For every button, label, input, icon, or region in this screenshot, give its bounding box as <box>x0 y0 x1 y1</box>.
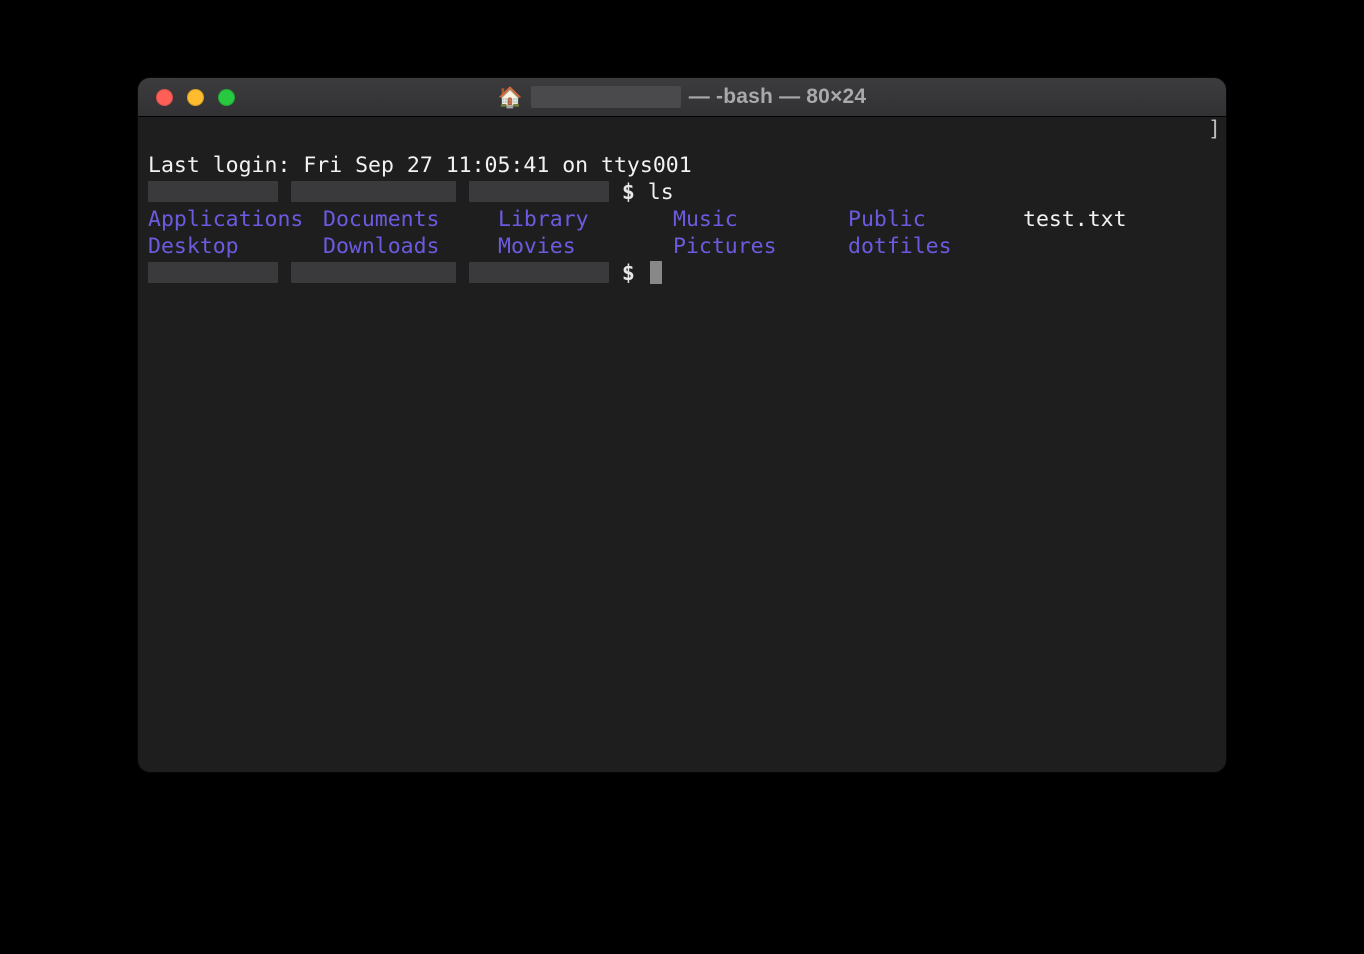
ls-entry-dir: dotfiles <box>848 233 1023 260</box>
last-login-line: Last login: Fri Sep 27 11:05:41 on ttys0… <box>148 153 692 178</box>
redacted-prompt-part <box>148 181 278 202</box>
ls-entry-dir: Movies <box>498 233 673 260</box>
redacted-prompt-part <box>148 262 278 283</box>
terminal-output[interactable]: ] Last login: Fri Sep 27 11:05:41 on ttys… <box>138 117 1226 772</box>
title-suffix: — -bash — 80×24 <box>689 85 867 109</box>
ls-entry-dir: Downloads <box>323 233 498 260</box>
terminal-window[interactable]: 🏠 — -bash — 80×24 ] Last login: Fri Sep 2… <box>138 78 1226 772</box>
ls-entry-dir: Desktop <box>148 233 323 260</box>
ls-entry-dir: Applications <box>148 206 323 233</box>
ls-entry-file: test.txt <box>1023 206 1198 233</box>
ls-entry-dir: Documents <box>323 206 498 233</box>
redacted-prompt-part <box>469 262 609 283</box>
scrollbar-indicator: ] <box>1208 116 1221 143</box>
redacted-prompt-part <box>469 181 609 202</box>
window-titlebar[interactable]: 🏠 — -bash — 80×24 <box>138 78 1226 117</box>
ls-entry-dir: Library <box>498 206 673 233</box>
redacted-prompt-part <box>291 181 456 202</box>
close-icon[interactable] <box>156 89 173 106</box>
ls-entry-dir: Music <box>673 206 848 233</box>
home-icon: 🏠 <box>498 85 523 110</box>
cursor-icon <box>650 261 662 284</box>
ls-output-row: ApplicationsDocumentsLibraryMusicPublict… <box>148 206 1216 233</box>
ls-entry-dir: Pictures <box>673 233 848 260</box>
command-text: ls <box>648 180 674 205</box>
ls-output-row: DesktopDownloadsMoviesPicturesdotfiles <box>148 233 1216 260</box>
ls-entry-file <box>1023 233 1198 260</box>
prompt-symbol: $ <box>622 261 635 286</box>
zoom-icon[interactable] <box>218 89 235 106</box>
redacted-prompt-part <box>291 262 456 283</box>
window-title: 🏠 — -bash — 80×24 <box>138 85 1226 110</box>
minimize-icon[interactable] <box>187 89 204 106</box>
ls-entry-dir: Public <box>848 206 1023 233</box>
prompt-symbol: $ <box>622 180 635 205</box>
redacted-title-text <box>531 86 681 108</box>
